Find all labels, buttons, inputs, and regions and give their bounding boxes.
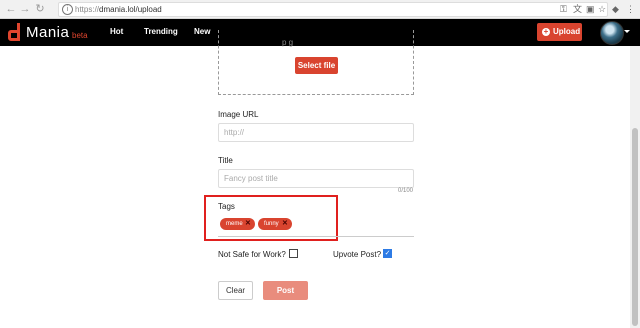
- bookmark-star-icon[interactable]: ☆: [598, 3, 606, 15]
- upvote-label: Upvote Post?: [333, 250, 382, 259]
- remove-tag-icon[interactable]: ✕: [245, 218, 251, 230]
- scrollbar-thumb[interactable]: [632, 128, 638, 326]
- title-label: Title: [218, 156, 233, 165]
- extension-icon[interactable]: ▣: [586, 3, 595, 15]
- browser-toolbar: ← → ↻ i https://dmania.lol/upload ⚿ 文 ▣ …: [0, 0, 640, 19]
- menu-icon[interactable]: ⋮: [626, 3, 635, 15]
- back-icon[interactable]: ←: [4, 2, 18, 16]
- beta-badge: beta: [72, 31, 88, 40]
- url-text: https://dmania.lol/upload: [75, 5, 162, 14]
- nav-hot[interactable]: Hot: [110, 27, 123, 36]
- logo-mark-icon: [8, 23, 20, 41]
- logo-text: Mania: [26, 24, 70, 41]
- dropzone-hint: p g: [282, 38, 294, 47]
- tag-text: funny: [264, 221, 279, 227]
- title-input[interactable]: Fancy post title: [218, 169, 414, 188]
- key-icon[interactable]: ⚿: [560, 3, 567, 15]
- tag-chip: meme ✕: [220, 218, 255, 230]
- remove-tag-icon[interactable]: ✕: [282, 218, 288, 230]
- select-file-button[interactable]: Select file: [295, 57, 338, 74]
- tags-label: Tags: [218, 202, 235, 211]
- title-char-counter: 0/100: [398, 188, 414, 194]
- address-bar[interactable]: i https://dmania.lol/upload: [58, 2, 608, 17]
- post-button[interactable]: Post: [263, 281, 308, 300]
- tag-text: meme: [226, 221, 243, 227]
- forward-icon[interactable]: →: [18, 2, 32, 16]
- avatar[interactable]: [600, 21, 624, 45]
- nav-new[interactable]: New: [194, 27, 210, 36]
- image-url-label: Image URL: [218, 110, 259, 119]
- tag-chip: funny ✕: [258, 218, 292, 230]
- upvote-checkbox[interactable]: ✓: [383, 249, 392, 258]
- image-url-placeholder: http://: [224, 128, 245, 137]
- site-info-icon[interactable]: i: [62, 4, 73, 15]
- upload-label: Upload: [553, 27, 581, 36]
- translate-icon[interactable]: 文: [573, 3, 582, 15]
- nsfw-checkbox[interactable]: [289, 249, 298, 258]
- extension-2-icon[interactable]: ◆: [612, 3, 619, 15]
- tags-input-underline[interactable]: [218, 236, 414, 237]
- upload-button[interactable]: + Upload: [537, 23, 582, 41]
- title-placeholder: Fancy post title: [224, 174, 278, 183]
- nav-trending[interactable]: Trending: [144, 27, 178, 36]
- plus-icon: +: [542, 27, 550, 36]
- chevron-down-icon[interactable]: [624, 30, 630, 33]
- clear-button[interactable]: Clear: [218, 281, 253, 300]
- reload-icon[interactable]: ↻: [33, 2, 47, 16]
- nsfw-label: Not Safe for Work?: [218, 250, 286, 259]
- image-url-input[interactable]: http://: [218, 123, 414, 142]
